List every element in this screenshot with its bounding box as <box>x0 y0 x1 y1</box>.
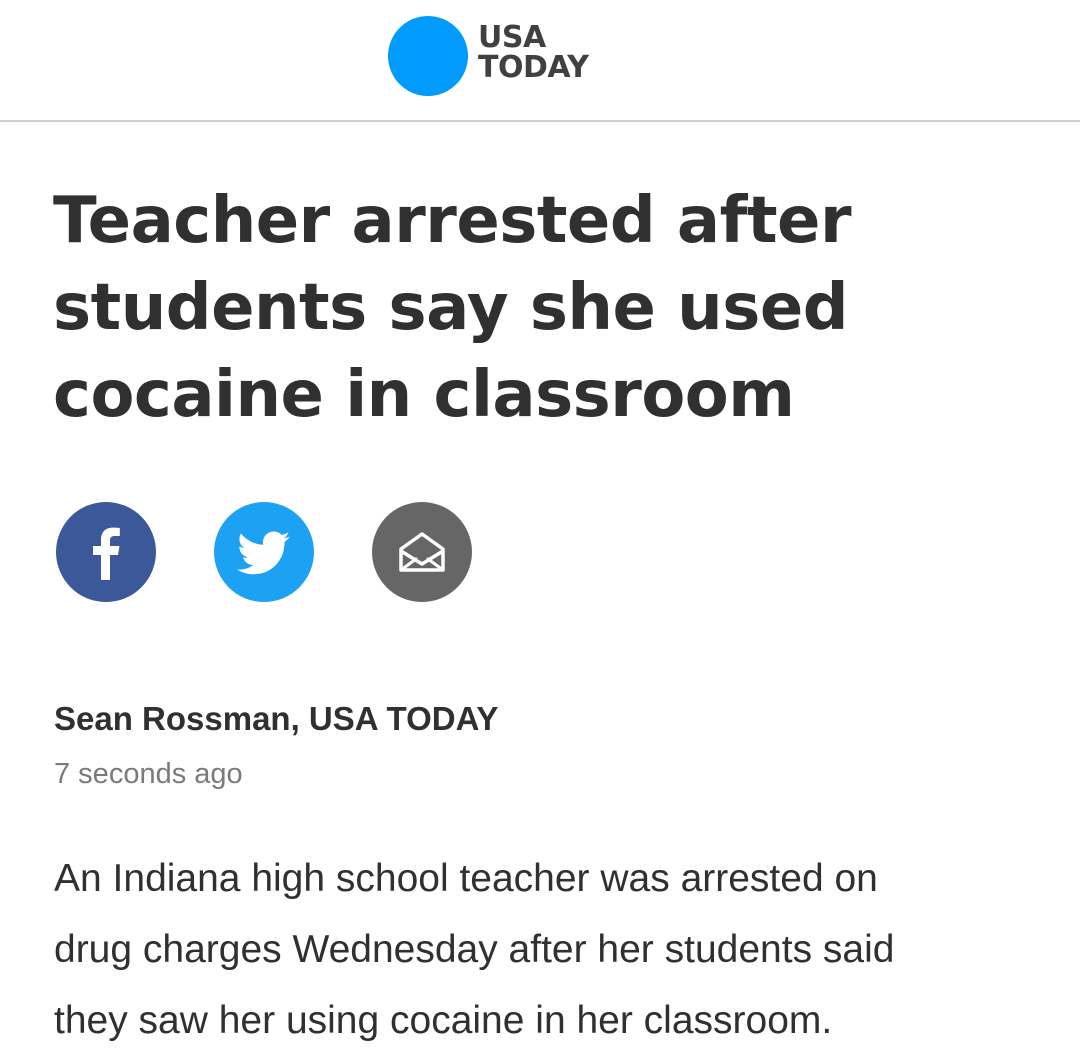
article-headline: Teacher arrested after students say she … <box>53 178 1013 439</box>
email-icon <box>399 532 445 572</box>
body-line: An Indiana high school teacher was arres… <box>54 857 878 900</box>
article-timestamp: 7 seconds ago <box>54 758 243 790</box>
twitter-icon <box>237 531 290 575</box>
article-byline: Sean Rossman, USA TODAY <box>54 700 499 737</box>
email-share-button[interactable] <box>372 502 472 602</box>
masthead: USA TODAY <box>0 0 1080 122</box>
facebook-icon <box>93 527 120 580</box>
logo-line-usa: USA <box>478 20 546 55</box>
headline-line: Teacher arrested after <box>53 184 852 258</box>
headline-line: cocaine in classroom <box>53 358 795 432</box>
article-body: An Indiana high school teacher was arres… <box>54 843 1044 1056</box>
body-line: they saw her using cocaine in her classr… <box>54 999 833 1042</box>
share-bar <box>56 502 472 602</box>
body-line: drug charges Wednesday after her student… <box>54 928 895 971</box>
usa-today-dot-logo-icon <box>388 16 468 96</box>
logo-line-today: TODAY <box>478 50 589 85</box>
headline-line: students say she used <box>53 271 849 345</box>
logo-wordmark: USA TODAY <box>478 20 589 85</box>
twitter-share-button[interactable] <box>214 502 314 602</box>
facebook-share-button[interactable] <box>56 502 156 602</box>
usa-today-logo[interactable]: USA TODAY <box>388 16 589 96</box>
